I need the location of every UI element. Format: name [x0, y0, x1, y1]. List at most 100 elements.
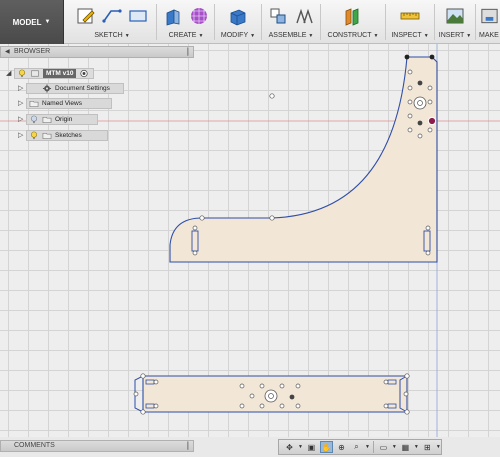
insert-image-icon[interactable] — [444, 5, 466, 27]
make-menu-label: MAKE — [479, 32, 499, 39]
origin-point[interactable] — [427, 116, 437, 126]
rectangle-tool-icon[interactable] — [127, 5, 149, 27]
radio-activate-icon[interactable] — [79, 69, 89, 78]
insert-group: INSERT ▼ — [436, 0, 474, 44]
inspect-group: INSPECT ▼ — [387, 0, 433, 44]
chevron-down-icon[interactable]: ▼ — [365, 444, 370, 450]
fit-icon[interactable]: ⌕ — [350, 441, 363, 453]
joint-icon[interactable] — [293, 5, 315, 27]
expand-right-icon[interactable]: ▷ — [18, 131, 26, 139]
construct-menu[interactable]: CONSTRUCT ▼ — [322, 32, 384, 39]
tree-item-body: Document Settings — [26, 82, 124, 94]
collapse-arrow-icon[interactable]: ◀ — [5, 48, 10, 55]
browser-panel-header[interactable]: ◀ BROWSER ┃ — [0, 46, 194, 58]
look-at-icon[interactable]: ▣ — [305, 441, 318, 453]
make-group: MAKE — [477, 0, 500, 44]
gear-icon — [42, 83, 52, 93]
3d-print-icon[interactable] — [479, 5, 500, 27]
chevron-down-icon[interactable]: ▼ — [392, 444, 397, 450]
expand-right-icon[interactable]: ▷ — [18, 99, 26, 107]
assemble-menu[interactable]: ASSEMBLE ▼ — [263, 32, 319, 39]
expand-right-icon[interactable]: ▷ — [18, 115, 26, 123]
browser-root-row[interactable]: ◢ MTM v10 — [6, 67, 95, 79]
tree-item-body: Sketches — [26, 129, 108, 141]
toolbar-divider — [261, 4, 262, 40]
toolbar-divider — [156, 4, 157, 40]
lightbulb-icon[interactable] — [17, 69, 27, 78]
tree-label: Named Views — [42, 99, 82, 107]
chevron-down-icon[interactable]: ▼ — [298, 444, 303, 450]
orbit-icon[interactable]: ✥ — [283, 441, 296, 453]
create-sketch-icon[interactable] — [75, 5, 97, 27]
tree-label: Origin — [55, 115, 73, 123]
lightbulb-icon[interactable] — [29, 131, 39, 140]
display-settings-icon[interactable]: ▭ — [377, 441, 390, 453]
sketch-group: SKETCH ▼ — [68, 0, 156, 44]
press-pull-icon[interactable] — [227, 5, 249, 27]
inspect-menu[interactable]: INSPECT ▼ — [387, 32, 433, 39]
assemble-menu-label: ASSEMBLE — [268, 32, 307, 39]
browser-item-origin[interactable]: ▷ Origin — [18, 113, 98, 125]
navigation-bar: ✥ ▼ ▣ ✋ ⊕ ⌕ ▼ ▭ ▼ ▦ ▼ ⊞ ▼ — [278, 439, 442, 455]
construct-group: CONSTRUCT ▼ — [322, 0, 384, 44]
offset-plane-icon[interactable] — [342, 5, 364, 27]
chevron-down-icon: ▼ — [308, 33, 314, 39]
browser-item-sketches[interactable]: ▷ Sketches — [18, 129, 108, 141]
sketch-menu[interactable]: SKETCH ▼ — [68, 32, 156, 39]
chevron-down-icon: ▼ — [373, 33, 379, 39]
create-menu[interactable]: CREATE ▼ — [158, 32, 214, 39]
nav-divider — [372, 441, 374, 453]
inspect-menu-label: INSPECT — [391, 32, 422, 39]
toolbar-divider — [320, 4, 321, 40]
tree-label: Document Settings — [55, 84, 110, 92]
expand-down-icon[interactable]: ◢ — [6, 69, 14, 77]
toolbar-divider — [475, 4, 476, 40]
create-group: CREATE ▼ — [158, 0, 214, 44]
insert-menu[interactable]: INSERT ▼ — [436, 32, 474, 39]
grid-settings-icon[interactable]: ⊞ — [421, 441, 434, 453]
tree-label: Sketches — [55, 131, 82, 139]
extrude-icon[interactable] — [162, 5, 184, 27]
document-name: MTM v10 — [43, 68, 77, 78]
browser-title: BROWSER — [14, 48, 51, 55]
modify-menu-label: MODIFY — [220, 32, 249, 39]
tree-item-body: Named Views — [26, 97, 112, 109]
chevron-down-icon[interactable]: ▼ — [436, 444, 441, 450]
comments-title: COMMENTS — [14, 442, 55, 449]
chevron-down-icon: ▼ — [466, 33, 472, 39]
chevron-down-icon[interactable]: ▼ — [414, 444, 419, 450]
panel-pin-icon[interactable]: ┃ — [186, 442, 190, 450]
browser-root-item[interactable]: MTM v10 — [14, 67, 95, 79]
folder-icon — [42, 132, 52, 139]
chevron-down-icon: ▼ — [44, 19, 51, 25]
sketch-menu-label: SKETCH — [94, 32, 123, 39]
insert-menu-label: INSERT — [438, 32, 465, 39]
construct-menu-label: CONSTRUCT — [327, 32, 372, 39]
make-menu[interactable]: MAKE — [479, 32, 500, 39]
browser-item-document-settings[interactable]: ▷ Document Settings — [18, 82, 124, 94]
component-icon — [31, 70, 39, 76]
new-component-icon[interactable] — [267, 5, 289, 27]
measure-icon[interactable] — [399, 5, 421, 27]
lightbulb-off-icon[interactable] — [29, 115, 39, 124]
fixed-point — [289, 394, 295, 400]
comments-panel-header[interactable]: COMMENTS ┃ — [0, 440, 194, 452]
modify-menu[interactable]: MODIFY ▼ — [216, 32, 260, 39]
expand-right-icon[interactable]: ▷ — [18, 84, 26, 92]
bracket-profile[interactable] — [169, 56, 438, 263]
panel-pin-icon[interactable]: ┃ — [186, 48, 190, 56]
workspace-mode-button[interactable]: MODEL ▼ — [0, 0, 64, 44]
toolbar-divider — [434, 4, 435, 40]
assemble-group: ASSEMBLE ▼ — [263, 0, 319, 44]
tree-item-body: Origin — [26, 113, 98, 125]
browser-item-named-views[interactable]: ▷ Named Views — [18, 97, 112, 109]
visual-style-icon[interactable]: ▦ — [399, 441, 412, 453]
zoom-icon[interactable]: ⊕ — [335, 441, 348, 453]
line-tool-icon[interactable] — [101, 5, 123, 27]
toolbar-divider — [214, 4, 215, 40]
pan-icon[interactable]: ✋ — [319, 441, 333, 453]
chevron-down-icon: ▼ — [198, 33, 204, 39]
form-icon[interactable] — [188, 5, 210, 27]
corner-point — [404, 54, 410, 60]
toolbar-divider — [385, 4, 386, 40]
